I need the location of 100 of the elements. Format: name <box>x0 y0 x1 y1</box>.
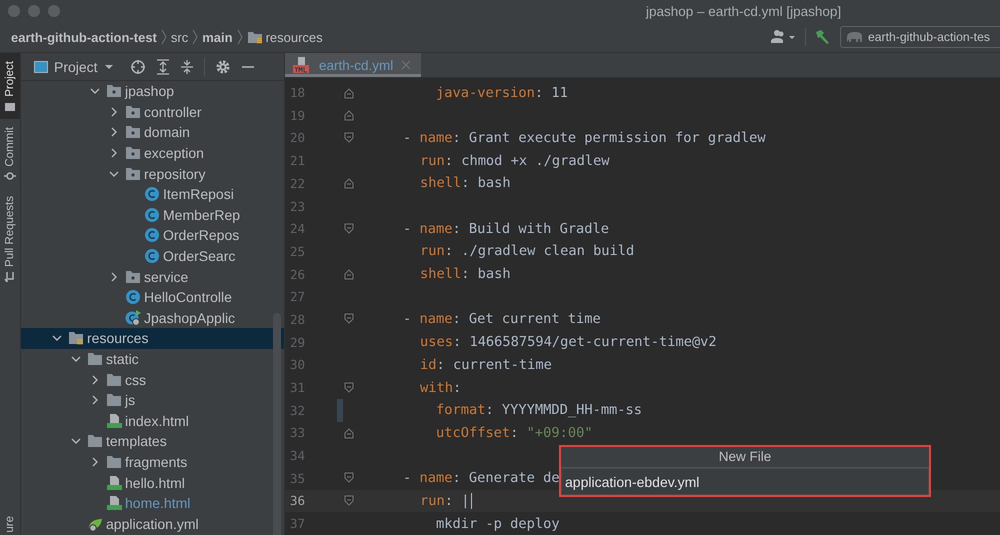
html-file-icon <box>106 412 122 429</box>
tree-item[interactable]: domain <box>21 122 284 143</box>
line-number: 30 <box>289 357 306 372</box>
tree-item[interactable]: jpashop <box>21 81 284 102</box>
breadcrumb-item[interactable]: resources <box>246 30 323 44</box>
chevron-icon <box>191 29 200 45</box>
tool-window-tab[interactable]: Project <box>0 53 20 119</box>
view-selector-dropdown[interactable]: Project <box>34 58 130 74</box>
file-name-field[interactable]: application-ebdev.yml <box>561 468 929 495</box>
folder-icon <box>106 454 122 470</box>
line-number: 28 <box>289 312 306 327</box>
expand-all-icon[interactable] <box>156 58 170 74</box>
tree-item[interactable]: OrderRepos <box>21 225 284 246</box>
fold-marker-icon[interactable] <box>344 382 354 394</box>
line-number: 33 <box>289 425 306 440</box>
html-file-icon <box>106 495 122 512</box>
tree-item[interactable]: exception <box>21 142 284 164</box>
fold-marker-icon[interactable] <box>344 177 354 190</box>
tree-item[interactable]: index.html <box>21 410 284 432</box>
package-icon <box>106 83 122 100</box>
package-icon <box>125 104 141 120</box>
hammer-icon[interactable] <box>814 29 832 45</box>
window-control-button[interactable] <box>8 5 20 17</box>
window-title: jpashop – earth-cd.yml [jpashop] <box>646 4 842 18</box>
fold-marker-icon[interactable] <box>344 132 354 144</box>
line-number: 22 <box>289 176 306 191</box>
scrollbar[interactable] <box>273 313 281 535</box>
tree-item[interactable]: static <box>21 348 284 370</box>
tree-item[interactable]: resources <box>21 328 284 349</box>
line-number: 25 <box>289 244 306 259</box>
fold-marker-icon[interactable] <box>344 426 354 439</box>
tree-item[interactable]: controller <box>21 102 284 122</box>
fold-marker-icon[interactable] <box>344 268 354 280</box>
commit-icon <box>4 170 16 182</box>
line-number: 34 <box>289 448 306 464</box>
tree-item[interactable]: repository <box>21 163 284 184</box>
line-number: 23 <box>289 198 306 214</box>
user-icon[interactable] <box>771 29 797 45</box>
line-number: 26 <box>289 266 306 282</box>
tree-item[interactable]: js <box>21 390 284 410</box>
tree-item[interactable]: service <box>21 266 284 287</box>
package-icon <box>125 166 141 182</box>
tree-item[interactable]: templates <box>21 431 284 452</box>
caret-icon <box>104 64 114 70</box>
tree-item[interactable]: JpashopApplic <box>21 308 284 328</box>
html-file-icon <box>106 474 122 491</box>
tool-window-tab[interactable]: Pull Requests <box>0 188 20 290</box>
fold-marker-icon[interactable] <box>344 222 354 235</box>
crosshair-icon[interactable] <box>130 58 146 74</box>
breadcrumb-item[interactable]: src <box>170 30 188 44</box>
code-line: id: current-time <box>419 356 552 373</box>
tree-item[interactable]: application.yml <box>21 513 284 534</box>
breadcrumb-item[interactable]: earth-github-action-test <box>11 30 157 44</box>
chevron-icon <box>160 29 168 45</box>
package-icon <box>125 124 141 140</box>
tree-item[interactable]: fragments <box>21 452 284 472</box>
tree-item[interactable]: HelloControlle <box>21 286 284 308</box>
fold-marker-icon[interactable] <box>344 109 354 122</box>
fold-marker-icon[interactable] <box>344 313 354 326</box>
fold-marker-icon[interactable] <box>344 494 354 507</box>
code-line: run: chmod +x ./gradlew <box>419 152 610 169</box>
code-line: shell: bash <box>419 175 511 192</box>
collapse-all-icon[interactable] <box>180 58 194 74</box>
run-configuration-dropdown[interactable]: earth-github-action-tes <box>840 26 1000 48</box>
class-icon <box>125 289 141 306</box>
tree-item[interactable]: MemberRep <box>21 204 284 226</box>
line-number: 18 <box>289 85 306 100</box>
tree-item[interactable]: hello.html <box>21 472 284 493</box>
tree-item[interactable]: home.html <box>21 492 284 514</box>
code-line: - name: Generate de <box>402 470 560 486</box>
class-icon <box>125 310 141 326</box>
elephant-icon <box>846 30 864 44</box>
tree-item[interactable]: OrderSearc <box>21 246 284 266</box>
project-view-icon <box>34 60 48 72</box>
tool-window-tab[interactable]: ure <box>0 516 20 535</box>
class-icon <box>144 227 160 244</box>
window-control-button[interactable] <box>48 5 60 17</box>
breadcrumb-item[interactable]: main <box>202 30 233 44</box>
tree-item[interactable]: ItemReposi <box>21 184 284 205</box>
code-line: - name: Get current time <box>402 311 601 328</box>
yaml-file-icon <box>293 57 311 74</box>
folder-icon <box>246 30 263 44</box>
code-line: with: <box>419 380 462 396</box>
tool-window-tab[interactable]: Commit <box>0 118 20 188</box>
window-control-button[interactable] <box>28 5 40 17</box>
folder-icon <box>87 433 103 450</box>
package-icon <box>125 145 141 162</box>
fold-marker-icon[interactable] <box>344 472 354 484</box>
tree-item[interactable]: css <box>21 369 284 390</box>
code-line: format: YYYYMMDD_HH-mm-ss <box>435 402 642 418</box>
code-line: run: ./gradlew clean build <box>419 243 634 260</box>
pull-icon <box>4 271 16 284</box>
settings-icon[interactable] <box>215 58 231 74</box>
close-icon[interactable] <box>401 60 412 70</box>
class-icon <box>144 186 160 202</box>
project-icon <box>4 100 16 113</box>
code-line: run: | <box>370 492 472 509</box>
fold-marker-icon[interactable] <box>344 86 354 99</box>
folder-icon <box>106 392 122 408</box>
code-line: utcOffset: "+09:00" <box>435 424 593 441</box>
